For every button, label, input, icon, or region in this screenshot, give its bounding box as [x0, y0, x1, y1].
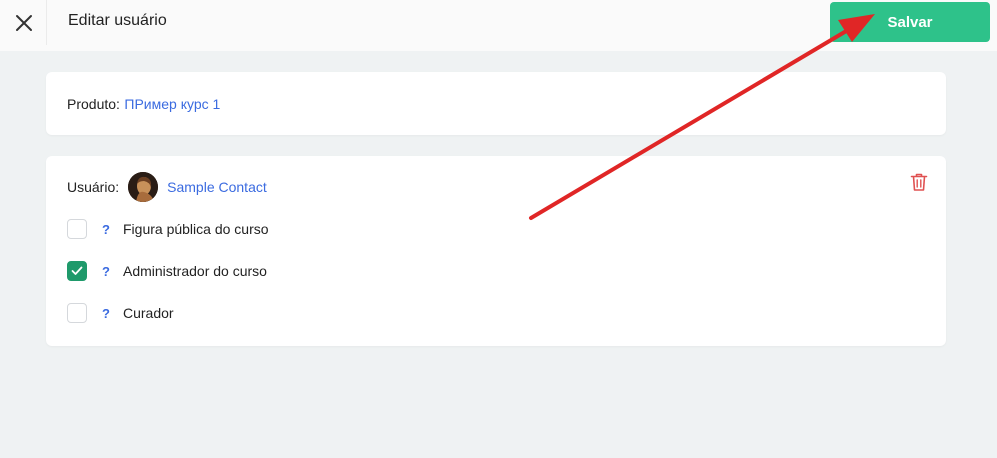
- product-label: Produto:: [67, 96, 120, 112]
- checkbox-curator[interactable]: [67, 303, 87, 323]
- user-label: Usuário:: [67, 179, 120, 195]
- option-curator: ? Curador: [67, 303, 174, 323]
- close-button[interactable]: [0, 0, 47, 45]
- delete-button[interactable]: [910, 172, 928, 192]
- help-icon[interactable]: ?: [101, 222, 111, 237]
- option-administrator: ? Administrador do curso: [67, 261, 267, 281]
- page-title: Editar usuário: [68, 12, 167, 29]
- user-row: Usuário: Sample Contact: [67, 172, 267, 202]
- help-icon[interactable]: ?: [101, 264, 111, 279]
- close-icon: [15, 14, 32, 31]
- user-card: Usuário: Sample Contact ? Figura pública…: [46, 156, 946, 346]
- top-bar: Editar usuário Salvar: [0, 0, 997, 51]
- option-label: Figura pública do curso: [123, 221, 269, 237]
- checkmark-icon: [71, 266, 83, 275]
- trash-icon: [910, 173, 928, 191]
- help-icon[interactable]: ?: [101, 306, 111, 321]
- avatar: [128, 172, 159, 202]
- checkbox-public-figure[interactable]: [67, 219, 87, 239]
- user-link[interactable]: Sample Contact: [167, 179, 267, 195]
- product-card: Produto: ПРимер курс 1: [46, 72, 946, 135]
- checkbox-administrator[interactable]: [67, 261, 87, 281]
- option-label: Administrador do curso: [123, 263, 267, 279]
- product-row: Produto: ПРимер курс 1: [67, 96, 220, 114]
- product-link[interactable]: ПРимер курс 1: [124, 96, 220, 112]
- save-button[interactable]: Salvar: [830, 2, 990, 42]
- option-label: Curador: [123, 305, 174, 321]
- option-public-figure: ? Figura pública do curso: [67, 219, 269, 239]
